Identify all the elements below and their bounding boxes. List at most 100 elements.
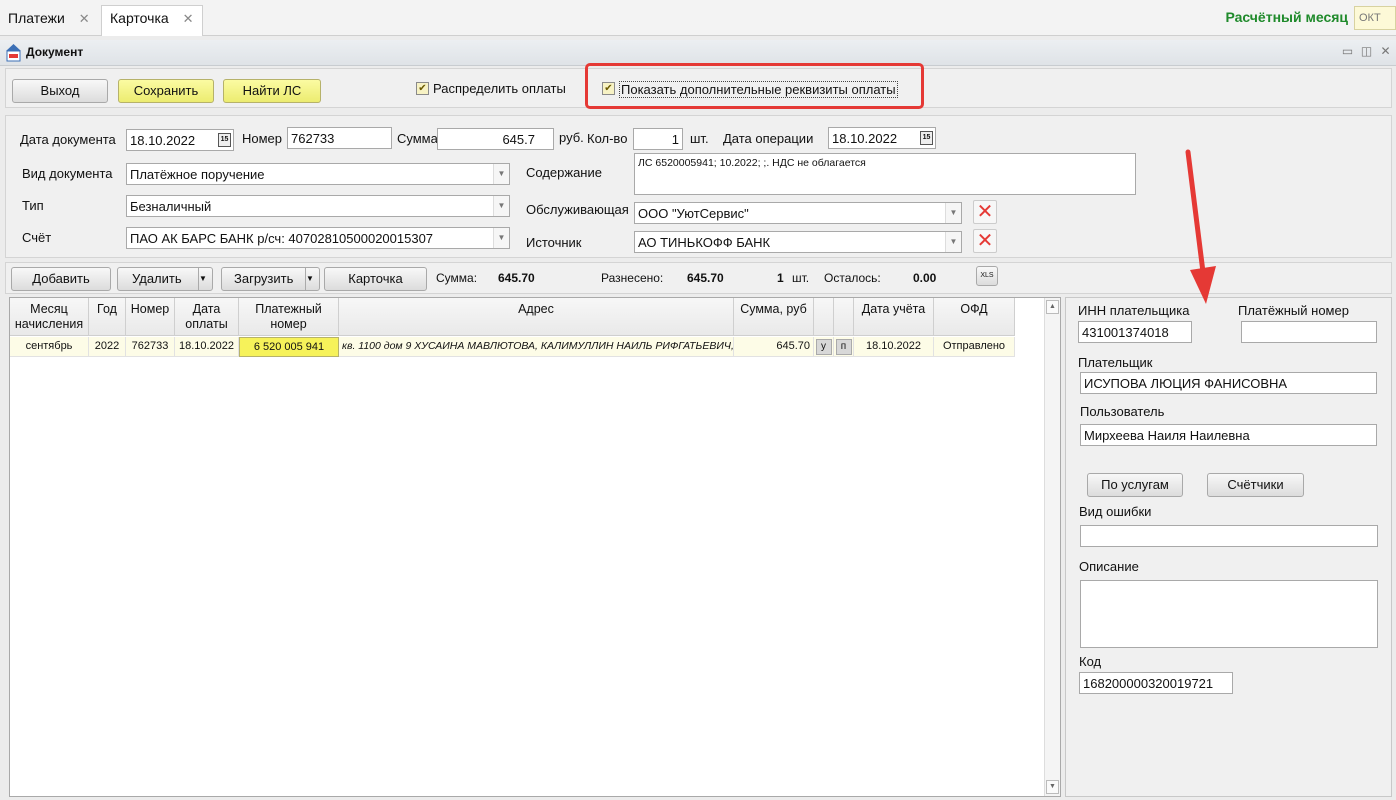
cell-u[interactable]: у [814,337,834,357]
qty-unit: шт. [690,131,709,146]
cell-pay-date: 18.10.2022 [175,337,239,357]
column-header-pay-date[interactable]: Дата оплаты [175,298,239,336]
save-button[interactable]: Сохранить [118,79,214,103]
source-value: АО ТИНЬКОФФ БАНК [638,235,771,250]
minimize-icon[interactable]: ▭ [1341,45,1354,58]
load-label: Загрузить [234,271,294,286]
meters-button[interactable]: Счётчики [1207,473,1304,497]
account-label: Счёт [22,230,52,245]
chevron-down-icon[interactable]: ▼ [493,164,509,184]
column-header-number[interactable]: Номер [126,298,175,336]
column-header-year[interactable]: Год [89,298,126,336]
cell-p[interactable]: п [834,337,854,357]
extra-details-panel: ИНН плательщика 431001374018 Платёжный н… [1065,297,1392,797]
sum-unit: руб. [559,130,584,145]
payer-label: Плательщик [1078,355,1153,370]
annotation-highlight-box [585,63,924,109]
chevron-down-icon[interactable]: ▼ [198,268,212,290]
sum-field[interactable]: 645.7 [437,128,554,150]
close-icon[interactable]: ✕ [183,11,194,26]
remaining-value: 0.00 [913,271,937,285]
find-ls-button[interactable]: Найти ЛС [223,79,321,103]
card-button[interactable]: Карточка [324,267,427,291]
column-header-p[interactable] [834,298,854,336]
payer-field[interactable]: ИСУПОВА ЛЮЦИЯ ФАНИСОВНА [1080,372,1377,394]
payments-mini-button[interactable]: п [835,339,852,355]
maximize-icon[interactable]: ◫ [1360,45,1373,58]
qty-field[interactable]: 1 [633,128,683,150]
account-value: ПАО АК БАРС БАНК р/сч: 40702810500020015… [130,231,434,246]
source-select[interactable]: АО ТИНЬКОФФ БАНК ▼ [634,231,962,253]
tab-card[interactable]: Карточка ✕ [101,5,203,36]
cell-year: 2022 [89,337,126,357]
clear-source-icon[interactable]: ✕ [973,229,997,253]
cell-pay-number[interactable]: 6 520 005 941 [239,337,339,357]
doc-type-label: Вид документа [22,166,113,181]
user-label: Пользователь [1080,404,1165,419]
chevron-down-icon[interactable]: ▼ [493,228,509,248]
remaining-label: Осталось: [824,271,881,285]
error-type-field[interactable] [1080,525,1378,547]
vertical-scrollbar[interactable]: ▲ ▼ [1044,298,1060,796]
servicing-select[interactable]: ООО "УютСервис" ▼ [634,202,962,224]
distribute-payments-checkbox[interactable]: ✔ [416,82,429,95]
doc-type-value: Платёжное поручение [130,167,265,182]
code-field[interactable]: 168200000320019721 [1079,672,1233,694]
chevron-down-icon[interactable]: ▼ [945,232,961,252]
export-xls-button[interactable]: XLS [976,266,998,286]
type-label: Тип [22,198,44,213]
type-select[interactable]: Безналичный ▼ [126,195,510,217]
content-label: Содержание [526,165,602,180]
cell-month: сентябрь [10,337,89,357]
by-services-button[interactable]: По услугам [1087,473,1183,497]
chevron-down-icon[interactable]: ▼ [945,203,961,223]
calendar-icon[interactable]: 15 [920,131,933,145]
distributed-label: Разнесено: [601,271,664,285]
cell-acc-date: 18.10.2022 [854,337,934,357]
op-date-field[interactable]: 18.10.2022 15 [828,127,936,149]
total-sum-value: 645.70 [498,271,535,285]
clear-servicing-icon[interactable]: ✕ [973,200,997,224]
delete-button[interactable]: Удалить ▼ [117,267,213,291]
content-textarea[interactable]: ЛС 6520005941; 10.2022; ;. НДС не облага… [634,153,1136,195]
column-header-pay-number[interactable]: Платежный номер [239,298,339,336]
distributed-value: 645.70 [687,271,724,285]
column-header-sum[interactable]: Сумма, руб [734,298,814,336]
user-field[interactable]: Мирхеева Наиля Наилевна [1080,424,1377,446]
tab-payments[interactable]: Платежи ✕ [0,6,98,32]
code-label: Код [1079,654,1102,669]
column-header-month[interactable]: Месяц начисления [10,298,89,336]
number-label: Номер [242,131,283,146]
close-window-icon[interactable]: ✕ [1379,45,1392,58]
doc-type-select[interactable]: Платёжное поручение ▼ [126,163,510,185]
column-header-ofd[interactable]: ОФД [934,298,1015,336]
chevron-down-icon[interactable]: ▼ [493,196,509,216]
error-type-label: Вид ошибки [1079,504,1152,519]
tab-payments-label: Платежи [8,10,65,26]
exit-button[interactable]: Выход [12,79,108,103]
doc-date-label: Дата документа [20,132,116,147]
column-header-acc-date[interactable]: Дата учёта [854,298,934,336]
description-label: Описание [1079,559,1139,574]
doc-date-field[interactable]: 18.10.2022 15 [126,129,234,151]
servicing-value: ООО "УютСервис" [638,206,749,221]
billing-month-field[interactable]: ОКТ [1354,6,1396,30]
total-sum-label: Сумма: [436,271,478,285]
account-select[interactable]: ПАО АК БАРС БАНК р/сч: 40702810500020015… [126,227,510,249]
column-header-u[interactable] [814,298,834,336]
close-icon[interactable]: ✕ [79,11,90,26]
load-button[interactable]: Загрузить ▼ [221,267,320,291]
scroll-up-icon[interactable]: ▲ [1046,300,1059,314]
number-field[interactable]: 762733 [287,127,392,149]
chevron-down-icon[interactable]: ▼ [305,268,319,290]
services-mini-button[interactable]: у [815,339,832,355]
tab-bar: Платежи ✕ Карточка ✕ Расчётный месяц ОКТ [0,0,1396,36]
description-textarea[interactable] [1080,580,1378,648]
inn-field[interactable]: 431001374018 [1078,321,1192,343]
add-button[interactable]: Добавить [11,267,111,291]
scroll-down-icon[interactable]: ▼ [1046,780,1059,794]
pay-number-field[interactable] [1241,321,1377,343]
column-header-address[interactable]: Адрес [339,298,734,336]
count-value: 1 [777,271,784,285]
calendar-icon[interactable]: 15 [218,133,231,147]
